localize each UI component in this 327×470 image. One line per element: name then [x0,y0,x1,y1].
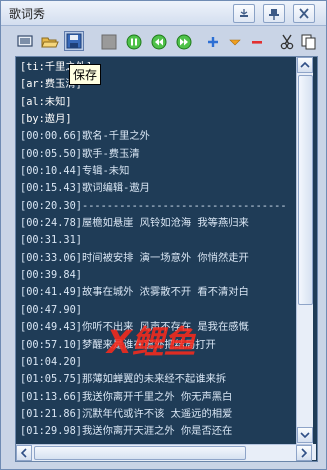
chevron-down-icon [300,432,310,439]
cut-button[interactable] [277,32,297,51]
lyric-line[interactable]: [00:05.50]歌手-费玉清 [20,146,298,163]
lyric-line[interactable]: [00:47.90] [20,302,298,319]
lyric-line[interactable]: [00:10.44]专辑-未知 [20,163,298,180]
scroll-up-button[interactable] [297,57,313,73]
close-button[interactable] [293,4,315,23]
chevron-left-icon [20,448,27,458]
title-bar[interactable]: 歌词秀 [1,1,326,26]
dropdown-icon [229,39,241,46]
rewind-button[interactable] [149,32,169,51]
rewind-icon [151,34,167,50]
copy-button[interactable] [299,32,319,51]
chevron-up-icon [300,61,310,68]
pin-icon [269,9,279,20]
lyric-line[interactable]: [01:21.86]沉默年代或许不该 太遥远的相爱 [20,406,298,423]
fast-forward-button[interactable] [174,32,194,51]
save-icon [66,33,82,49]
pin-button[interactable] [263,4,285,23]
pause-button[interactable] [124,32,144,51]
lyric-line[interactable]: [00:20.30]------------------------------… [20,198,298,215]
fast-forward-icon [176,34,192,50]
lyric-line[interactable]: [ar:费玉清] [20,76,298,93]
svg-text:X鲤鱼: X鲤鱼 [105,323,197,361]
chevron-right-icon [301,448,308,458]
minimize-icon [240,9,248,17]
lyric-line[interactable]: [00:33.06]时间被安排 演一场意外 你悄然走开 [20,250,298,267]
scroll-corner [312,444,316,460]
lyric-line[interactable]: [00:31.31] [20,232,298,249]
watermark-logo: X鲤鱼 [105,323,197,361]
display-button[interactable] [15,32,35,51]
toolbar [7,29,321,55]
scroll-down-button[interactable] [297,427,313,443]
dropdown-button[interactable] [225,32,245,51]
lyrics-text[interactable]: [ti:千里之外] [ar:费玉清] [al:未知] [by:遨月] [00:00.66… [20,59,298,439]
lyric-line[interactable]: [00:41.49]故事在城外 浓雾散不开 看不清对白 [20,284,298,301]
lyric-line[interactable]: [al:未知] [20,94,298,111]
vertical-scrollbar[interactable] [296,57,313,445]
lyric-line[interactable]: [00:39.84] [20,267,298,284]
copy-icon [301,34,316,50]
lyric-line[interactable]: [00:24.78]屋檐如悬崖 风铃如沧海 我等燕归来 [20,215,298,232]
cut-icon [280,34,294,50]
display-icon [17,35,33,47]
scroll-right-button[interactable] [296,445,312,461]
scroll-left-button[interactable] [16,445,32,461]
add-button[interactable] [203,32,223,51]
lyric-line[interactable]: [01:29.98]我送你离开天涯之外 你是否还在 [20,423,298,439]
horizontal-scroll-thumb[interactable] [34,446,246,460]
open-folder-icon [41,37,59,48]
remove-icon [252,41,262,44]
lyric-line[interactable]: [by:遨月] [20,111,298,128]
minimize-button[interactable] [233,4,255,23]
lyric-line[interactable]: [01:05.75]那薄如蝉翼的未来经不起谁来拆 [20,371,298,388]
save-tooltip: 保存 [69,64,102,85]
pause-icon [126,34,142,50]
vertical-scroll-thumb[interactable] [298,75,313,305]
remove-button[interactable] [247,32,267,51]
save-button[interactable] [64,31,84,51]
lyric-line[interactable]: [00:00.66]歌名-千里之外 [20,128,298,145]
open-button[interactable] [40,32,60,51]
close-icon [299,8,309,19]
stop-button[interactable] [99,32,119,51]
lyric-line[interactable]: [00:15.43]歌词编辑-遨月 [20,180,298,197]
lyric-line[interactable]: [01:13.66]我送你离开千里之外 你无声黑白 [20,389,298,406]
add-icon [208,37,218,47]
window-title: 歌词秀 [9,7,46,21]
horizontal-scrollbar[interactable] [16,444,312,461]
lyrics-editor[interactable]: [ti:千里之外] [ar:费玉清] [al:未知] [by:遨月] [00:00.66… [15,56,318,462]
lyrics-window: 歌词秀 保存 [ti:千里之外] [ar:费玉清] [al:未知] [by:遨月… [0,0,327,470]
stop-icon [101,34,117,50]
lyric-line[interactable]: [ti:千里之外] [20,59,298,76]
